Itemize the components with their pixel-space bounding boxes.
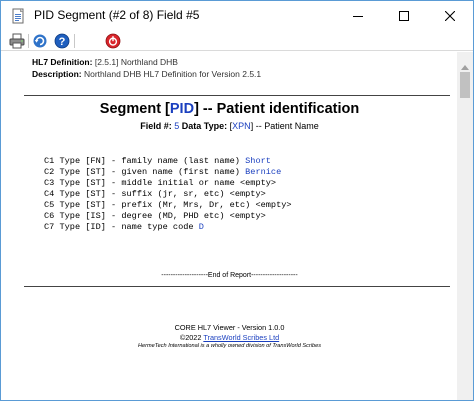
description-value: Northland DHB HL7 Definition for Version…	[83, 69, 262, 79]
segment-title-suffix: ] -- Patient identification	[194, 101, 360, 117]
toolbar-separator	[74, 34, 75, 48]
component-row: C3 Type [ST] - middle initial or name <e…	[44, 178, 292, 189]
refresh-icon[interactable]	[32, 33, 48, 49]
title-bar[interactable]: PID Segment (#2 of 8) Field #5	[1, 1, 473, 31]
data-type-label: Data Type:	[181, 121, 228, 131]
component-value: <empty>	[229, 189, 266, 199]
field-info: Field #: 5 Data Type: [XPN] -- Patient N…	[2, 121, 457, 131]
component-description: C1 Type [FN] - family name (last name)	[44, 156, 246, 166]
svg-text:?: ?	[59, 36, 66, 48]
maximize-icon	[399, 11, 409, 21]
component-description: C3 Type [ST] - middle initial or name	[44, 178, 240, 188]
component-row: C4 Type [ST] - suffix (jr, sr, etc) <emp…	[44, 189, 292, 200]
component-description: C2 Type [ST] - given name (first name)	[44, 167, 246, 177]
data-type-code: XPN	[232, 121, 251, 131]
component-row: C5 Type [ST] - prefix (Mr, Mrs, Dr, etc)…	[44, 200, 292, 211]
copyright-line: ©2022 TransWorld Scribes Ltd	[2, 333, 457, 342]
document-app-icon[interactable]	[10, 8, 26, 24]
component-row: C6 Type [IS] - degree (MD, PHD etc) <emp…	[44, 211, 292, 222]
component-description: C5 Type [ST] - prefix (Mr, Mrs, Dr, etc)	[44, 200, 256, 210]
copyright-text: ©2022	[179, 333, 204, 342]
minimize-icon	[353, 11, 363, 21]
component-description: C7 Type [ID] - name type code	[44, 222, 199, 232]
vertical-scrollbar[interactable]	[457, 52, 473, 400]
close-button[interactable]	[427, 1, 473, 31]
maximize-button[interactable]	[381, 1, 427, 31]
component-value: <empty>	[239, 178, 277, 188]
description-label: Description:	[32, 69, 82, 79]
component-value: <empty>	[229, 211, 266, 221]
stop-icon[interactable]	[105, 33, 121, 49]
segment-code: PID	[169, 101, 195, 117]
hl7-definition-label: HL7 Definition:	[32, 57, 93, 67]
data-type-description: -- Patient Name	[255, 121, 319, 131]
data-type-close: ]	[250, 121, 254, 131]
printer-icon[interactable]	[9, 33, 25, 49]
component-value: Bernice	[245, 167, 282, 177]
component-row: C2 Type [ST] - given name (first name) B…	[44, 167, 292, 178]
hl7-definition-value: [2.5.1] Northland DHB	[94, 57, 178, 67]
toolbar-separator	[28, 34, 29, 48]
segment-title: Segment [PID] -- Patient identification	[2, 101, 457, 117]
minimize-button[interactable]	[335, 1, 381, 31]
close-icon	[445, 11, 455, 21]
scrollbar-thumb[interactable]	[460, 72, 470, 98]
component-value: D	[198, 222, 204, 232]
viewer-window: PID Segment (#2 of 8) Field #5 ? HL7 Def…	[0, 0, 474, 401]
component-description: C6 Type [IS] - degree (MD, PHD etc)	[44, 211, 230, 221]
component-value: Short	[245, 156, 271, 166]
company-link[interactable]: TransWorld Scribes Ltd	[203, 333, 279, 342]
field-number-label: Field #:	[140, 121, 172, 131]
segment-title-prefix: Segment [	[99, 101, 170, 117]
division-note: HermeTech International is a wholly owne…	[137, 343, 322, 349]
hl7-definition: HL7 Definition: [2.5.1] Northland DHB	[32, 57, 178, 67]
component-list: C1 Type [FN] - family name (last name) S…	[44, 156, 292, 233]
component-row: C1 Type [FN] - family name (last name) S…	[44, 156, 292, 167]
component-row: C7 Type [ID] - name type code D	[44, 222, 292, 233]
window-title: PID Segment (#2 of 8) Field #5	[34, 8, 200, 22]
help-icon[interactable]: ?	[54, 33, 70, 49]
report-content: HL7 Definition: [2.5.1] Northland DHB De…	[2, 52, 457, 400]
divider-top	[24, 95, 450, 96]
component-description: C4 Type [ST] - suffix (jr, sr, etc)	[44, 189, 230, 199]
divider-bottom	[24, 286, 450, 287]
end-of-report: --------------------End of Report-------…	[161, 272, 298, 279]
component-value: <empty>	[255, 200, 292, 210]
description: Description: Northland DHB HL7 Definitio…	[32, 69, 261, 79]
version-line: CORE HL7 Viewer - Version 1.0.0	[174, 323, 285, 332]
field-number: 5	[174, 121, 180, 131]
toolbar: ?	[1, 31, 473, 51]
